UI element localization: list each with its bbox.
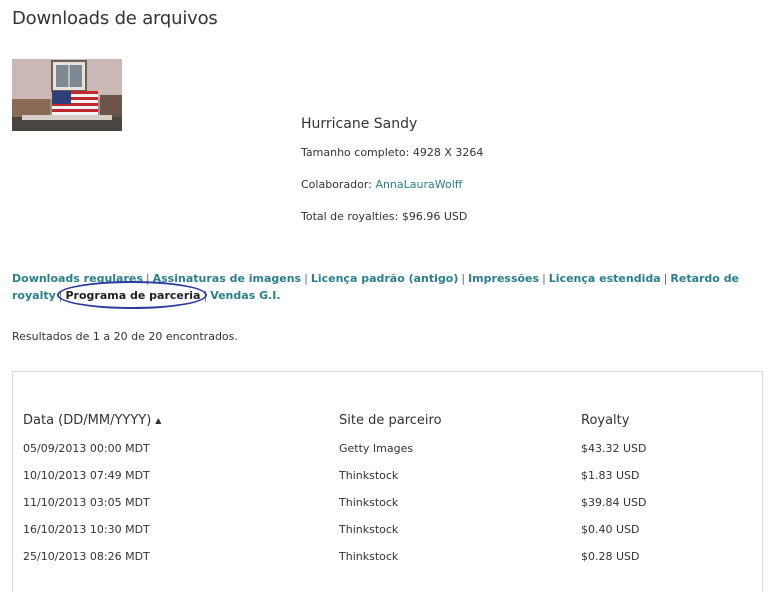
tab-separator: |: [461, 272, 466, 285]
column-header-date[interactable]: Data (DD/MM/YYYY) ▲: [23, 413, 161, 428]
royalties-row: Total de royalties: $96.96 USD: [301, 210, 483, 223]
sort-ascending-icon[interactable]: ▲: [155, 416, 161, 425]
tab-separator: |: [663, 272, 668, 285]
image-thumbnail[interactable]: [12, 59, 122, 131]
contributor-link[interactable]: AnnaLauraWolff: [375, 178, 462, 191]
row-date: 10/10/2013 07:49 MDT: [23, 469, 150, 482]
tab-licenca-estendida[interactable]: Licença estendida: [549, 272, 661, 285]
image-name: Hurricane Sandy: [301, 116, 418, 132]
column-header-royalty: Royalty: [581, 413, 630, 428]
results-count: Resultados de 1 a 20 de 20 encontrados.: [12, 330, 238, 343]
image-size-row: Tamanho completo: 4928 X 3264: [301, 146, 483, 159]
tab-separator: |: [304, 272, 308, 285]
tab-programa-de-parceria[interactable]: Programa de parceria: [56, 281, 208, 309]
download-type-tabs: Downloads regulares | Assinaturas de image…: [12, 270, 764, 309]
row-date: 05/09/2013 00:00 MDT: [23, 442, 150, 455]
row-royalty: $0.40 USD: [581, 523, 640, 536]
tab-vendas-gi[interactable]: Vendas G.I.: [210, 289, 280, 302]
row-partner-site: Thinkstock: [339, 550, 399, 563]
royalties-label: Total de royalties:: [301, 210, 399, 223]
row-date: 16/10/2013 10:30 MDT: [23, 523, 150, 536]
row-royalty: $43.32 USD: [581, 442, 647, 455]
size-value: 4928 X 3264: [412, 146, 484, 159]
row-partner-site: Getty Images: [339, 442, 414, 455]
tab-licenca-padrao[interactable]: Licença padrão (antigo): [311, 272, 459, 285]
column-header-partner-site: Site de parceiro: [339, 413, 442, 428]
row-partner-site: Thinkstock: [339, 523, 399, 536]
house-flag-photo: [12, 59, 122, 131]
image-info: Hurricane Sandy Tamanho completo: 4928 X…: [301, 116, 483, 242]
page-title: Downloads de arquivos: [12, 8, 218, 29]
tab-impressoes[interactable]: Impressões: [468, 272, 539, 285]
row-partner-site: Thinkstock: [339, 469, 399, 482]
tab-separator: |: [542, 272, 546, 285]
row-royalty: $0.28 USD: [581, 550, 640, 563]
row-royalty: $1.83 USD: [581, 469, 640, 482]
row-partner-site: Thinkstock: [339, 496, 399, 509]
contributor-label: Colaborador:: [301, 178, 372, 191]
results-table: Data (DD/MM/YYYY) ▲ Site de parceiro Roya…: [12, 371, 763, 592]
column-header-date-label: Data (DD/MM/YYYY): [23, 413, 152, 428]
royalties-value: $96.96 USD: [401, 210, 468, 223]
row-date: 11/10/2013 03:05 MDT: [23, 496, 150, 509]
size-label: Tamanho completo:: [301, 146, 410, 159]
row-royalty: $39.84 USD: [581, 496, 647, 509]
row-date: 25/10/2013 08:26 MDT: [23, 550, 150, 563]
contributor-row: Colaborador: AnnaLauraWolff: [301, 178, 483, 191]
